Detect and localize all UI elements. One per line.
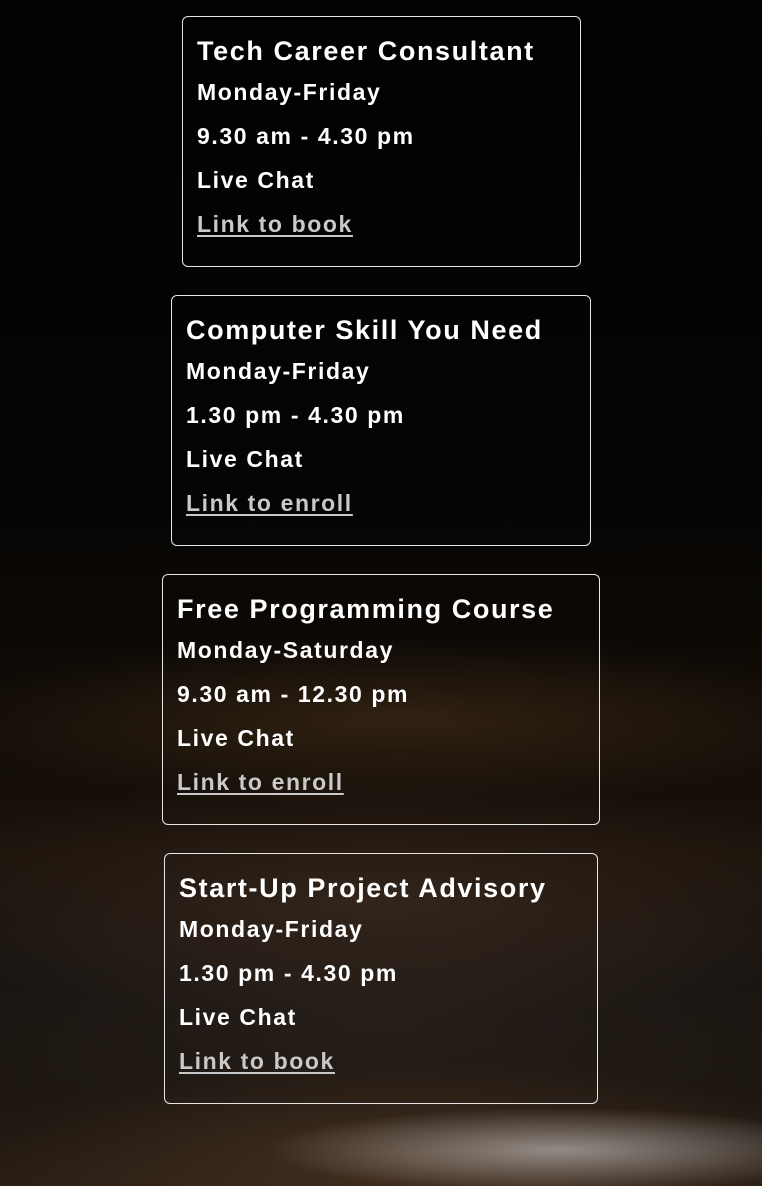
enroll-link[interactable]: Link to enroll [177,769,344,796]
card-hours: 1.30 pm - 4.30 pm [179,960,398,986]
card-title: Start-Up Project Advisory [179,873,547,903]
card-title: Free Programming Course [177,594,555,624]
page-edge [762,0,770,1186]
card-channel: Live Chat [186,446,304,472]
service-card-free-programming-course: Free Programming Course Monday-Saturday … [162,574,600,825]
card-channel: Live Chat [177,725,295,751]
card-days: Monday-Friday [197,79,382,105]
card-title: Computer Skill You Need [186,315,543,345]
card-days: Monday-Saturday [177,637,394,663]
enroll-link[interactable]: Link to enroll [186,490,353,517]
card-days: Monday-Friday [179,916,364,942]
card-channel: Live Chat [197,167,315,193]
book-link[interactable]: Link to book [179,1048,335,1075]
card-hours: 9.30 am - 12.30 pm [177,681,410,707]
card-title: Tech Career Consultant [197,36,535,66]
book-link[interactable]: Link to book [197,211,353,238]
card-channel: Live Chat [179,1004,297,1030]
card-days: Monday-Friday [186,358,371,384]
card-hours: 9.30 am - 4.30 pm [197,123,415,149]
service-card-tech-career-consultant: Tech Career Consultant Monday-Friday 9.3… [182,16,581,267]
service-card-computer-skill: Computer Skill You Need Monday-Friday 1.… [171,295,591,546]
card-hours: 1.30 pm - 4.30 pm [186,402,405,428]
service-card-startup-project-advisory: Start-Up Project Advisory Monday-Friday … [164,853,598,1104]
